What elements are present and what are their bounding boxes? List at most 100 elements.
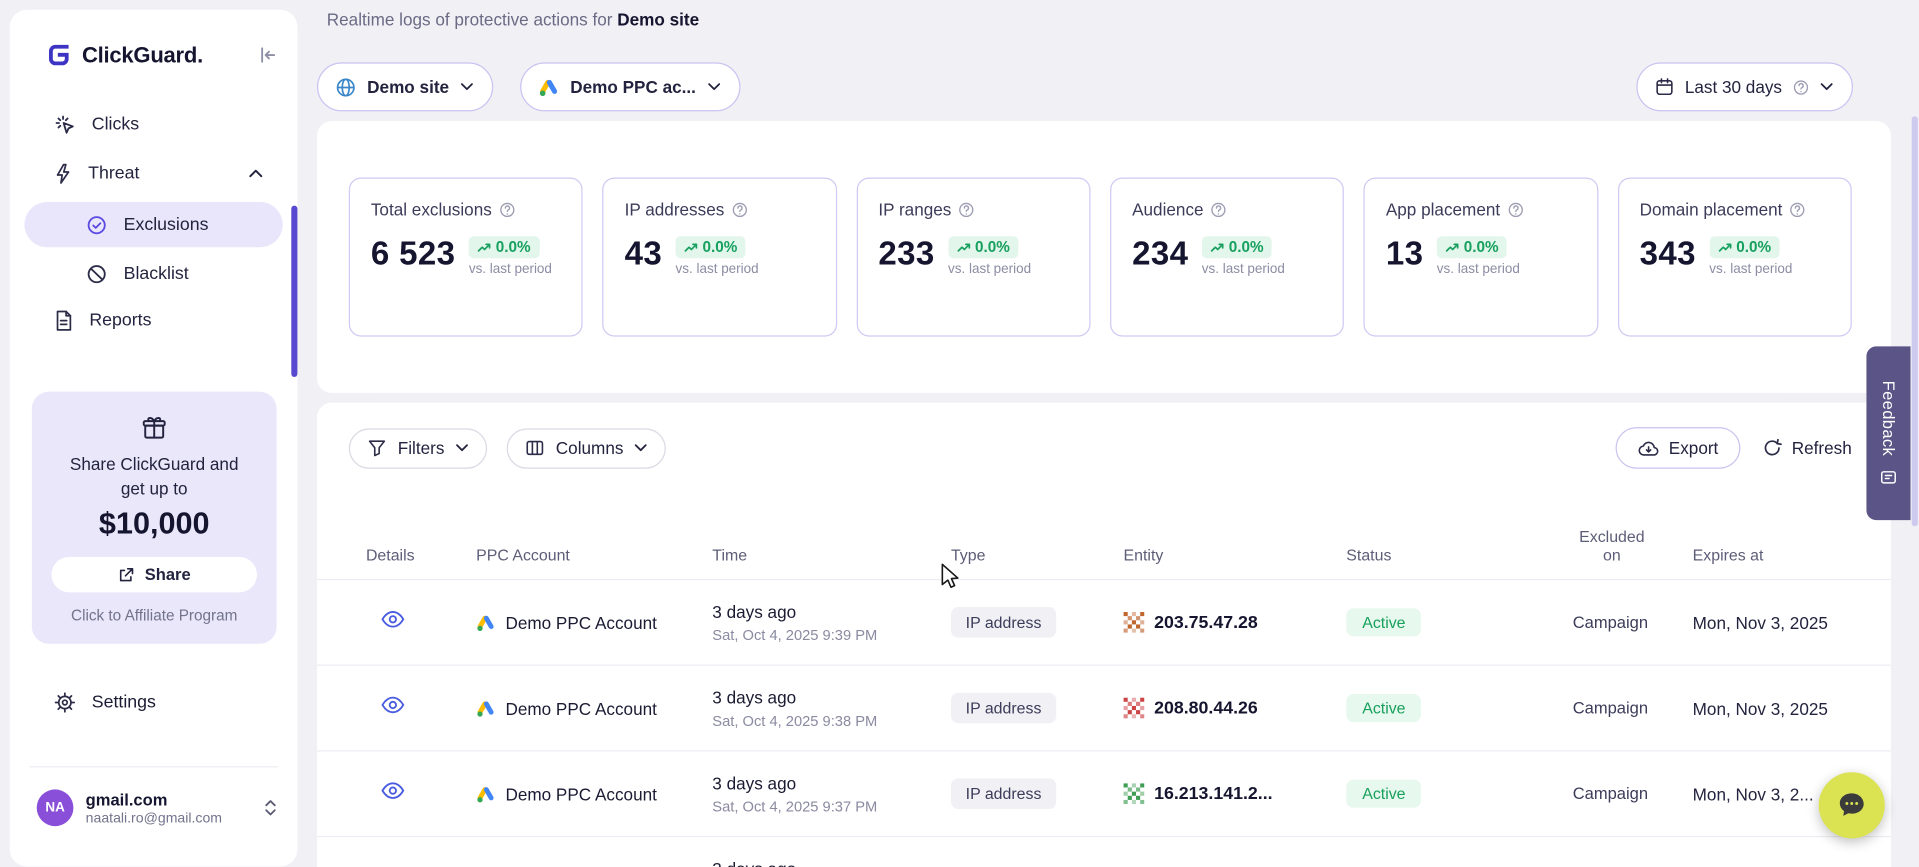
help-icon[interactable] [1508,201,1524,217]
filters-button[interactable]: Filters [349,428,487,468]
stat-value: 234 [1132,235,1188,272]
col-header-account: PPC Account [476,546,712,564]
col-header-status: Status [1346,546,1572,564]
eye-icon[interactable] [381,782,405,799]
delta-caption: vs. last period [1709,262,1792,277]
sidebar-item-blacklist[interactable]: Blacklist [24,251,282,296]
account-name: Demo PPC Account [505,698,656,718]
delta-caption: vs. last period [1202,262,1285,277]
subtitle-text: Realtime logs of protective actions for [327,10,613,30]
prohibit-icon [86,263,108,285]
sidebar-scrollbar[interactable] [291,206,297,377]
app: ClickGuard. Clicks [0,0,1919,867]
collapse-sidebar-icon[interactable] [258,45,278,65]
chevron-down-icon [455,443,468,453]
nav-label-settings: Settings [92,693,156,713]
status-badge: Active [1346,780,1421,808]
stats-panel: Total exclusions 6 523 0.0% vs. last per… [317,121,1891,393]
help-icon[interactable] [1790,201,1806,217]
nav-label-reports: Reports [89,311,151,331]
promo-amount: $10,000 [99,507,210,542]
help-icon[interactable] [499,201,515,217]
stat-card-total-exclusions: Total exclusions 6 523 0.0% vs. last per… [349,177,583,336]
table-row: Demo PPC Account 3 days ago Sat, Oct 4, … [317,580,1891,666]
user-menu[interactable]: NA gmail.com naatali.ro@gmail.com [24,781,285,835]
help-icon[interactable] [732,201,748,217]
sidebar-item-reports[interactable]: Reports [24,296,282,345]
col-header-entity: Entity [1124,546,1347,564]
sidebar-item-threat[interactable]: Threat [24,149,282,198]
nav-label-threat: Threat [88,164,139,184]
columns-button-label: Columns [556,438,624,458]
help-icon[interactable] [1211,201,1227,217]
chevron-up-icon[interactable] [248,169,263,179]
account-name: Demo PPC Account [505,613,656,633]
stat-card-audience: Audience 234 0.0% vs. last period [1110,177,1344,336]
table-header-row: Details PPC Account Time Type Entity Sta… [317,528,1891,581]
external-link-icon [118,566,135,583]
stat-label: IP ranges [878,199,951,219]
time-relative: 3 days ago [712,602,951,623]
refresh-button-label: Refresh [1792,438,1852,458]
funnel-icon [367,438,387,458]
help-icon[interactable] [1793,79,1809,95]
stat-label: Audience [1132,199,1203,219]
cloud-download-icon [1637,439,1659,457]
eye-icon[interactable] [381,696,405,713]
eye-icon[interactable] [381,611,405,628]
globe-icon [335,76,356,97]
site-selector[interactable]: Demo site [317,62,493,111]
chevron-down-icon [460,82,473,92]
chevron-up-down-icon [263,798,278,818]
stat-card-ip-addresses: IP addresses 43 0.0% vs. last period [603,177,837,336]
gift-icon [141,414,168,441]
identicon-icon [1124,612,1145,633]
sidebar-item-settings[interactable]: Settings [24,678,282,727]
export-button[interactable]: Export [1615,427,1740,469]
chat-bubble-icon [1836,789,1868,821]
col-header-expires-at: Expires at [1693,546,1859,564]
type-badge: IP address [951,778,1056,809]
date-range-label: Last 30 days [1685,77,1782,97]
refresh-button[interactable]: Refresh [1762,438,1851,458]
help-icon[interactable] [959,201,975,217]
affiliate-link[interactable]: Click to Affiliate Program [71,607,237,624]
export-button-label: Export [1669,438,1719,458]
chevron-down-icon [1820,82,1833,92]
gear-icon [54,692,76,714]
chevron-down-icon [707,82,720,92]
google-ads-icon [538,76,559,97]
badge-check-icon [86,214,108,236]
delta-caption: vs. last period [948,262,1031,277]
feedback-icon [1880,469,1897,486]
col-header-excluded-on: Excluded on [1573,528,1651,565]
account-selector[interactable]: Demo PPC ac... [520,62,740,111]
stat-label: Total exclusions [371,199,492,219]
chat-launcher-button[interactable] [1819,772,1885,838]
affiliate-promo-card[interactable]: Share ClickGuard and get up to $10,000 S… [32,392,277,644]
sidebar-item-clicks[interactable]: Clicks [24,100,282,149]
promo-text: Share ClickGuard and get up to [62,452,246,501]
delta-caption: vs. last period [469,262,552,277]
stat-label: Domain placement [1640,199,1783,219]
sidebar-item-exclusions[interactable]: Exclusions [24,202,282,247]
main-content: Realtime logs of protective actions for … [317,0,1891,867]
type-badge: IP address [951,693,1056,724]
delta-badge: 0.0% [469,236,539,258]
table-panel: Filters Columns [317,403,1891,867]
delta-badge: 0.0% [948,236,1018,258]
divider [29,766,277,767]
feedback-tab[interactable]: Feedback [1866,346,1910,520]
delta-badge: 0.0% [1202,236,1272,258]
stat-value: 6 523 [371,235,456,272]
date-range-selector[interactable]: Last 30 days [1636,62,1853,111]
status-badge: Active [1346,608,1421,636]
table-toolbar: Filters Columns [317,427,1891,469]
share-button[interactable]: Share [51,557,257,592]
page-scrollbar[interactable] [1912,116,1918,526]
stat-value: 43 [625,235,663,272]
stat-label: IP addresses [625,199,725,219]
delta-badge: 0.0% [1437,236,1507,258]
share-button-label: Share [145,565,191,583]
columns-button[interactable]: Columns [507,428,666,468]
